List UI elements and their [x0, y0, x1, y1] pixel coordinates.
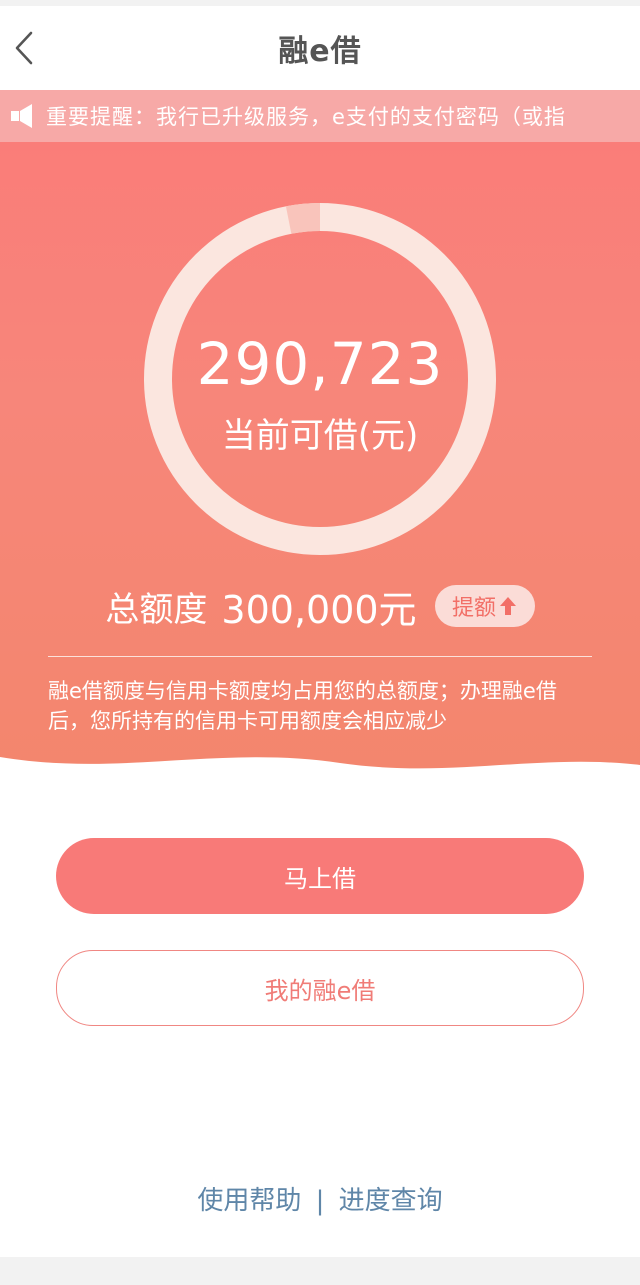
wave-divider	[0, 757, 640, 795]
chevron-left-icon	[15, 31, 33, 65]
total-credit-row: 总额度 300,000元 提额	[0, 578, 640, 634]
arrow-up-icon	[500, 597, 517, 615]
loan-page: 融e借 重要提醒：我行已升级服务，e支付的支付密码（或指 290,723 当前可…	[0, 0, 640, 1285]
speaker-icon	[11, 104, 32, 128]
borrow-now-button[interactable]: 马上借	[56, 838, 584, 914]
footer-separator: |	[315, 1186, 325, 1216]
back-button[interactable]	[6, 24, 42, 72]
total-label: 总额度	[105, 589, 208, 630]
available-label: 当前可借(元)	[221, 416, 419, 456]
raise-label: 提额	[452, 596, 497, 621]
available-amount: 290,723	[196, 330, 444, 398]
page-title: 融e借	[278, 34, 362, 69]
footer-links: 使用帮助 | 进度查询	[0, 1180, 640, 1217]
my-loans-button[interactable]: 我的融e借	[56, 950, 584, 1026]
notice-text: 重要提醒：我行已升级服务，e支付的支付密码（或指	[46, 105, 566, 129]
help-link[interactable]: 使用帮助	[197, 1186, 301, 1216]
notice-banner[interactable]: 重要提醒：我行已升级服务，e支付的支付密码（或指	[0, 90, 640, 142]
navbar: 融e借	[0, 6, 640, 90]
ring-used-arc	[285, 203, 321, 234]
divider	[48, 656, 592, 657]
credit-description: 融e借额度与信用卡额度均占用您的总额度；办理融e借后，您所持有的信用卡可用额度会…	[48, 679, 557, 733]
progress-link[interactable]: 进度查询	[339, 1186, 443, 1216]
total-value: 300,000元	[221, 587, 417, 632]
raise-limit-button[interactable]: 提额	[434, 585, 535, 627]
